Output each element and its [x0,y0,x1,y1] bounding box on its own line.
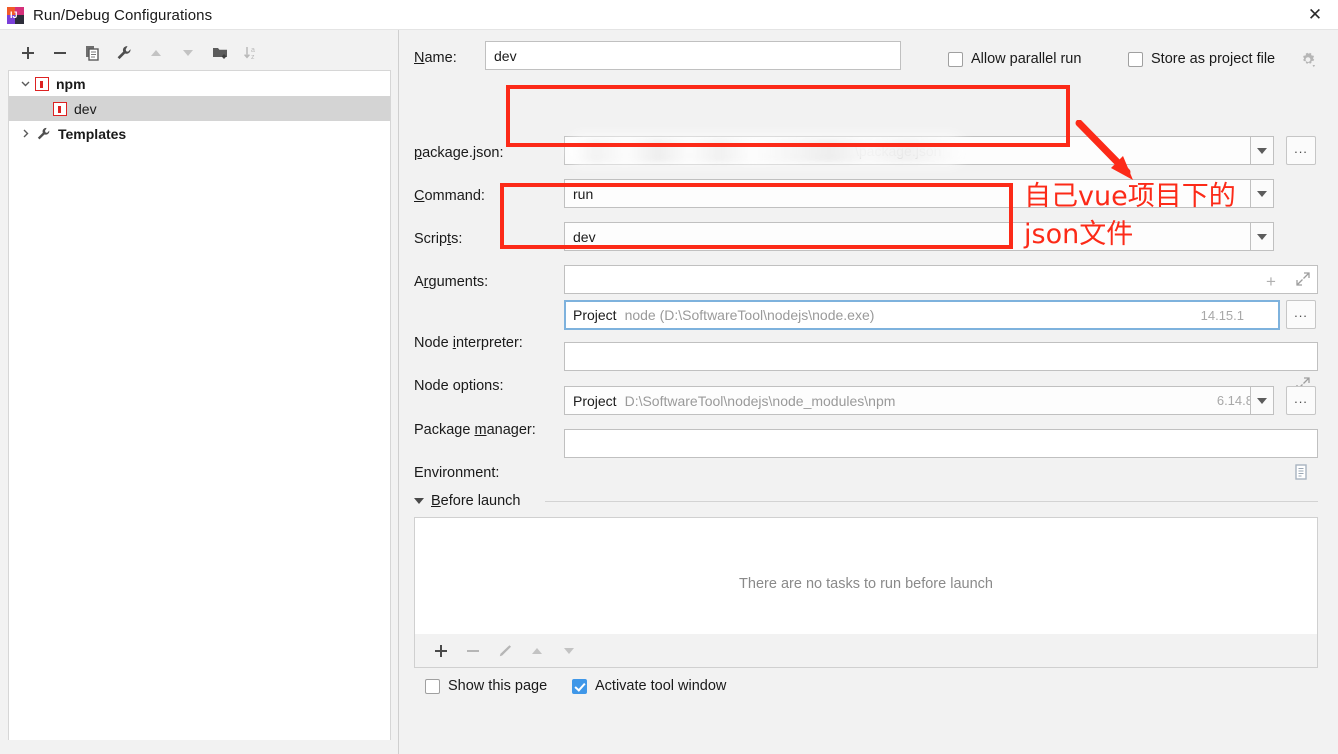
environment-label: Environment: [414,465,500,481]
package-json-label: package.json: [414,145,504,161]
sidebar-toolbar: a z [0,38,399,68]
node-interpreter-version: 14.15.1 [1200,307,1244,323]
package-manager-value: D:\SoftwareTool\nodejs\node_modules\npm [624,392,896,409]
activate-tool-window-checkbox[interactable]: Activate tool window [572,678,726,694]
allow-parallel-run-checkbox[interactable]: Allow parallel run [948,51,1081,67]
node-interpreter-input[interactable]: Project node (D:\SoftwareTool\nodejs\nod… [564,300,1280,330]
before-launch-title: Before launch [431,493,521,509]
show-this-page-checkbox[interactable]: Show this page [425,678,547,694]
package-json-dropdown[interactable] [1250,136,1274,165]
move-task-down-button[interactable] [553,642,585,660]
checkbox-box[interactable] [572,678,587,694]
name-input[interactable]: dev [485,41,901,70]
chevron-down-icon [1257,397,1267,404]
store-as-project-file-checkbox[interactable]: Store as project file [1128,51,1275,67]
list-editor-icon[interactable] [1293,463,1309,486]
npm-icon [53,101,67,116]
before-launch-divider [545,501,1318,502]
scripts-input[interactable]: dev [564,222,1264,251]
scripts-label: Scripts: [414,231,463,247]
command-dropdown[interactable] [1250,179,1274,208]
before-launch-header[interactable]: Before launch [414,493,520,509]
configurations-tree[interactable]: npm dev Templates [8,70,391,740]
chevron-right-icon[interactable] [15,124,35,144]
edit-templates-button[interactable] [108,40,140,66]
remove-configuration-button[interactable] [44,40,76,66]
tree-item-label: Templates [58,125,127,142]
node-interpreter-scope: Project [573,307,617,323]
chevron-down-icon[interactable] [15,74,35,94]
checkbox-box[interactable] [948,51,963,67]
expand-icon[interactable] [1295,271,1311,292]
arguments-input[interactable] [564,265,1318,294]
node-options-input[interactable] [564,342,1318,371]
chevron-down-icon [1257,233,1267,240]
package-manager-browse-button[interactable]: ... [1286,386,1316,415]
checkbox-box[interactable] [425,678,440,694]
tree-item-label: dev [74,100,97,117]
store-as-project-file-label: Store as project file [1151,51,1276,67]
package-manager-label: Package manager: [414,422,536,438]
copy-configuration-button[interactable] [76,40,108,66]
package-manager-dropdown[interactable] [1250,386,1274,415]
sort-button[interactable]: a z [236,40,268,66]
package-manager-version: 6.14.8 [1216,393,1253,408]
edit-task-button[interactable] [489,642,521,660]
name-label: Name: [414,50,457,66]
title-bar: IJ Run/Debug Configurations ✕ [0,0,1338,30]
node-options-label: Node options: [414,378,504,394]
gear-icon[interactable] [1298,50,1318,70]
scripts-dropdown[interactable] [1250,222,1274,251]
plus-icon[interactable]: + [1266,272,1276,292]
annotation-note-line2: json文件 [1024,219,1134,250]
activate-tool-window-label: Activate tool window [595,678,727,694]
before-launch-task-list[interactable]: There are no tasks to run before launch [414,517,1318,651]
package-json-browse-button[interactable]: ... [1286,136,1316,165]
configuration-form: Name: dev Allow parallel run Store as pr… [400,30,1338,754]
chevron-down-icon [1257,190,1267,197]
close-icon[interactable]: ✕ [1292,0,1338,30]
package-manager-scope: Project [573,392,617,409]
tree-item-dev[interactable]: dev [9,96,390,121]
redacted-path-blur-soft [566,133,966,167]
environment-input[interactable] [564,429,1318,458]
remove-task-button[interactable] [457,642,489,660]
allow-parallel-run-label: Allow parallel run [971,51,1082,67]
chevron-down-icon [1257,147,1267,154]
tree-item-templates[interactable]: Templates [9,121,390,146]
show-this-page-label: Show this page [448,678,548,694]
move-task-up-button[interactable] [521,642,553,660]
before-launch-empty-text: There are no tasks to run before launch [739,576,993,592]
window-title: Run/Debug Configurations [33,6,213,24]
new-folder-button[interactable] [204,40,236,66]
intellij-idea-icon: IJ [7,6,24,24]
command-label: Command: [414,188,485,204]
annotation-note-line1: 自己vue项目下的 [1024,181,1236,212]
run-debug-configurations-dialog: IJ Run/Debug Configurations ✕ a z npm de… [0,0,1338,754]
add-task-button[interactable] [425,642,457,660]
chevron-down-icon [414,498,424,504]
configurations-sidebar: a z npm dev Templates [0,30,399,754]
checkbox-box[interactable] [1128,51,1143,67]
node-interpreter-label: Node interpreter: [414,335,523,351]
arguments-label: Arguments: [414,274,489,290]
tree-item-npm[interactable]: npm [9,71,390,96]
package-manager-input[interactable]: Project D:\SoftwareTool\nodejs\node_modu… [564,386,1264,415]
node-interpreter-value: node (D:\SoftwareTool\nodejs\node.exe) [624,307,875,323]
before-launch-toolbar [414,634,1318,668]
node-interpreter-browse-button[interactable]: ... [1286,300,1316,329]
move-down-button[interactable] [172,40,204,66]
wrench-icon [35,126,52,142]
add-configuration-button[interactable] [12,40,44,66]
move-up-button[interactable] [140,40,172,66]
tree-item-label: npm [56,75,86,92]
npm-icon [35,76,49,91]
svg-text:z: z [251,54,255,61]
svg-text:a: a [251,47,255,54]
